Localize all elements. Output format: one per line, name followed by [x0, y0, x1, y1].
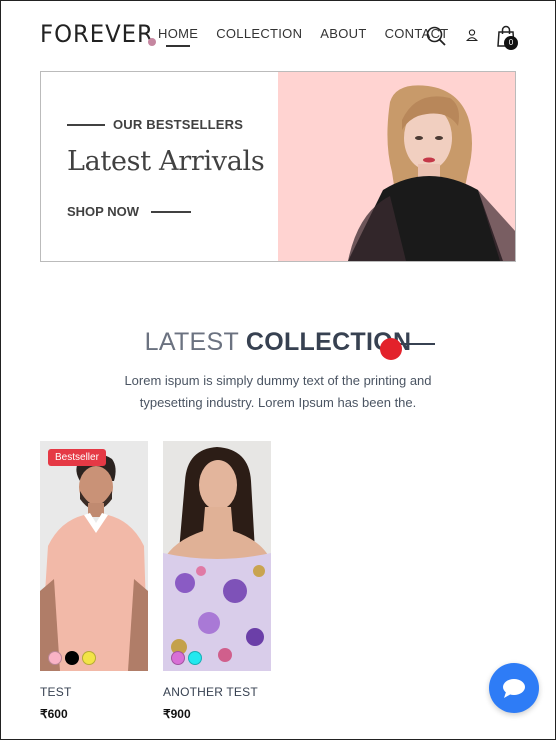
- color-swatches: [171, 651, 202, 665]
- chat-button[interactable]: [489, 663, 539, 713]
- hero-text-panel: OUR BESTSELLERS Latest Arrivals SHOP NOW: [41, 72, 278, 261]
- bestseller-badge: Bestseller: [48, 449, 106, 466]
- site-header: FOREVER HOME COLLECTION ABOUT CONTACT 0: [40, 18, 520, 54]
- product-price: ₹600: [40, 707, 68, 721]
- hero-banner: OUR BESTSELLERS Latest Arrivals SHOP NOW: [40, 71, 516, 262]
- nav-about[interactable]: ABOUT: [320, 26, 366, 41]
- hero-image: [278, 72, 515, 261]
- eyebrow-line: [67, 124, 105, 126]
- product-name[interactable]: ANOTHER TEST: [163, 685, 271, 699]
- hero-model-illustration: [348, 85, 515, 261]
- nav-collection[interactable]: COLLECTION: [216, 26, 302, 41]
- product-price: ₹900: [163, 707, 191, 721]
- product-photo-woman: [163, 441, 271, 671]
- logo-dot: [148, 38, 156, 46]
- section-description: Lorem ispum is simply dummy text of the …: [124, 373, 432, 410]
- hero-title: Latest Arrivals: [67, 146, 265, 177]
- nav-home[interactable]: HOME: [158, 26, 198, 47]
- product-card[interactable]: ANOTHER TEST ₹900: [163, 441, 271, 721]
- product-name[interactable]: TEST: [40, 685, 148, 699]
- shop-now-button[interactable]: SHOP NOW: [67, 204, 139, 219]
- cart-count-badge: 0: [504, 36, 518, 50]
- chat-bubble-icon: [503, 679, 525, 698]
- product-image[interactable]: Bestseller: [40, 441, 148, 671]
- site-logo[interactable]: FOREVER: [40, 20, 154, 48]
- color-swatches: [48, 651, 96, 665]
- search-icon[interactable]: [426, 26, 446, 46]
- main-nav: HOME COLLECTION ABOUT CONTACT: [158, 26, 449, 47]
- red-dot-indicator: [380, 338, 402, 360]
- product-image[interactable]: [163, 441, 271, 671]
- section-title-light: LATEST: [144, 328, 239, 356]
- swatch-purple[interactable]: [171, 651, 185, 665]
- section-title: LATEST COLLECTION: [0, 328, 556, 357]
- hero-eyebrow: OUR BESTSELLERS: [113, 117, 244, 132]
- swatch-cyan[interactable]: [188, 651, 202, 665]
- swatch-yellow[interactable]: [82, 651, 96, 665]
- swatch-pink[interactable]: [48, 651, 62, 665]
- product-photo-man: [40, 441, 148, 671]
- cta-line: [151, 211, 191, 213]
- user-icon[interactable]: [465, 28, 479, 42]
- swatch-black[interactable]: [65, 651, 79, 665]
- product-card[interactable]: Bestseller TEST ₹600: [40, 441, 148, 721]
